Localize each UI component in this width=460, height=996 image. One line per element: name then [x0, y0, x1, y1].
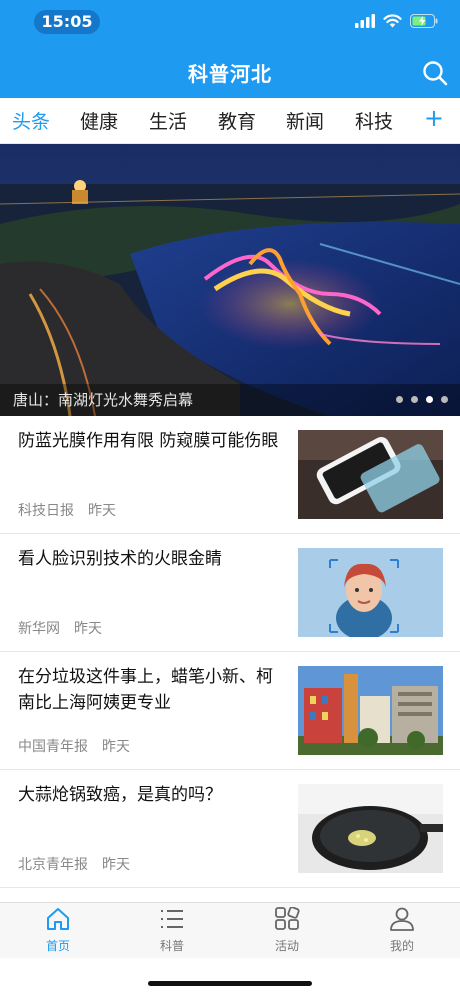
news-title: 大蒜炝锅致癌，是真的吗？	[18, 785, 222, 805]
news-time: 昨天	[102, 739, 130, 755]
tab-health[interactable]: 健康	[80, 107, 118, 134]
home-icon	[47, 908, 69, 930]
home-indicator[interactable]	[148, 981, 312, 986]
status-time: 15:05	[34, 10, 100, 34]
news-source: 新华网	[18, 621, 60, 637]
list-item[interactable]: 防蓝光膜作用有限 防窥膜可能伤眼 科技日报 昨天	[0, 416, 460, 534]
app-title: 科普河北	[188, 62, 272, 86]
nav-science-label: 科普	[159, 939, 184, 953]
status-icons	[355, 14, 438, 28]
news-meta: 北京青年报 昨天	[18, 854, 130, 874]
app-header: 15:05 科普河北	[0, 0, 460, 98]
news-thumbnail	[298, 666, 443, 755]
nav-profile-label: 我的	[389, 939, 414, 953]
hero-caption: 唐山：南湖灯光水舞秀启幕	[0, 384, 460, 416]
category-tabs: 头条 健康 生活 教育 新闻 科技 +	[0, 98, 460, 144]
carousel-dot[interactable]	[411, 396, 418, 403]
carousel-dot-active[interactable]	[426, 396, 433, 403]
nav-activities-label: 活动	[274, 939, 299, 953]
news-time: 昨天	[88, 503, 116, 519]
nav-activities[interactable]: 活动	[247, 906, 327, 954]
nav-home[interactable]: 首页	[18, 907, 98, 954]
list-icon	[161, 910, 183, 928]
add-tab-button[interactable]: +	[424, 104, 444, 132]
list-item[interactable]: 看人脸识别技术的火眼金睛 新华网 昨天	[0, 534, 460, 652]
news-meta: 科技日报 昨天	[18, 500, 116, 520]
list-item[interactable]: 大蒜炝锅致癌，是真的吗？ 北京青年报 昨天	[0, 770, 460, 888]
wifi-icon	[383, 14, 402, 28]
search-icon[interactable]	[422, 60, 448, 86]
tab-education[interactable]: 教育	[218, 107, 256, 134]
hero-banner[interactable]: 唐山：南湖灯光水舞秀启幕	[0, 144, 460, 416]
news-title: 防蓝光膜作用有限 防窥膜可能伤眼	[18, 431, 279, 451]
signal-icon	[355, 14, 375, 28]
grid-icon	[275, 906, 300, 930]
carousel-dot[interactable]	[441, 396, 448, 403]
news-thumbnail	[298, 430, 443, 519]
carousel-dots	[396, 396, 448, 403]
news-source: 科技日报	[18, 503, 74, 519]
news-source: 北京青年报	[18, 857, 88, 873]
nav-profile[interactable]: 我的	[362, 907, 442, 954]
news-time: 昨天	[74, 621, 102, 637]
battery-icon	[410, 14, 438, 28]
nav-home-label: 首页	[45, 939, 70, 953]
list-item[interactable]: 在分垃圾这件事上，蜡笔小新、柯南比上海阿姨更专业 中国青年报 昨天	[0, 652, 460, 770]
news-meta: 新华网 昨天	[18, 618, 102, 638]
person-icon	[390, 907, 414, 931]
hero-image	[0, 144, 460, 416]
tab-life[interactable]: 生活	[149, 107, 187, 134]
bottom-nav: 首页 科普 活动 我的	[0, 902, 460, 958]
news-meta: 中国青年报 昨天	[18, 736, 130, 756]
news-title: 在分垃圾这件事上，蜡笔小新、柯南比上海阿姨更专业	[18, 667, 273, 713]
news-thumbnail	[298, 548, 443, 637]
tab-news[interactable]: 新闻	[286, 107, 324, 134]
news-thumbnail	[298, 784, 443, 873]
news-time: 昨天	[102, 857, 130, 873]
tab-technology[interactable]: 科技	[355, 107, 393, 134]
news-title: 看人脸识别技术的火眼金睛	[18, 549, 222, 569]
carousel-dot[interactable]	[396, 396, 403, 403]
nav-science[interactable]: 科普	[132, 907, 212, 954]
news-source: 中国青年报	[18, 739, 88, 755]
tab-headlines[interactable]: 头条	[12, 107, 50, 134]
